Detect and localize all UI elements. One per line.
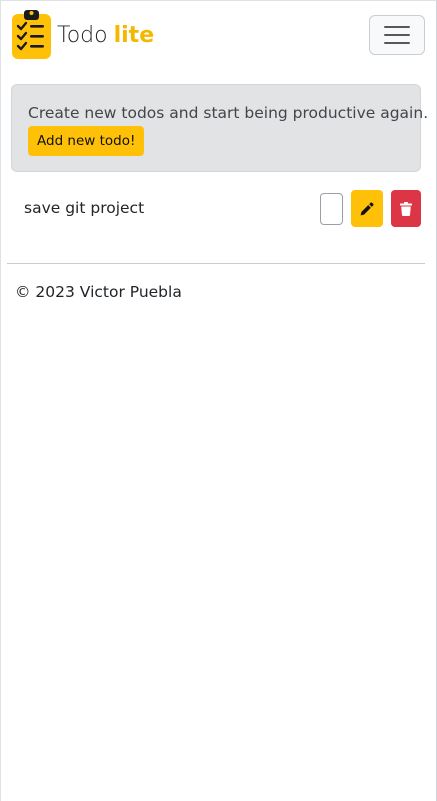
- todo-complete-checkbox[interactable]: [320, 193, 343, 225]
- edit-todo-button[interactable]: [351, 190, 383, 227]
- info-alert: Create new todos and start being product…: [11, 84, 428, 172]
- hamburger-menu-icon: [384, 26, 410, 44]
- menu-toggle-button[interactable]: [369, 15, 425, 55]
- delete-todo-button[interactable]: [391, 190, 421, 227]
- trash-icon: [400, 201, 412, 216]
- pencil-icon: [360, 201, 374, 215]
- todo-title: save git project: [24, 199, 145, 217]
- footer-divider: [7, 263, 425, 264]
- clipboard-checklist-icon: [12, 10, 51, 59]
- brand-name-main: Todo: [57, 22, 108, 48]
- brand-name: Todo lite: [57, 23, 154, 48]
- alert-message: Create new todos and start being product…: [28, 104, 429, 122]
- todo-item: save git project: [11, 188, 421, 228]
- navbar: Todo lite: [1, 1, 436, 71]
- copyright-text: © 2023 Victor Puebla: [15, 283, 182, 301]
- brand-name-accent: lite: [113, 22, 155, 48]
- add-todo-button[interactable]: Add new todo!: [28, 126, 145, 156]
- brand-link[interactable]: Todo lite: [11, 10, 154, 60]
